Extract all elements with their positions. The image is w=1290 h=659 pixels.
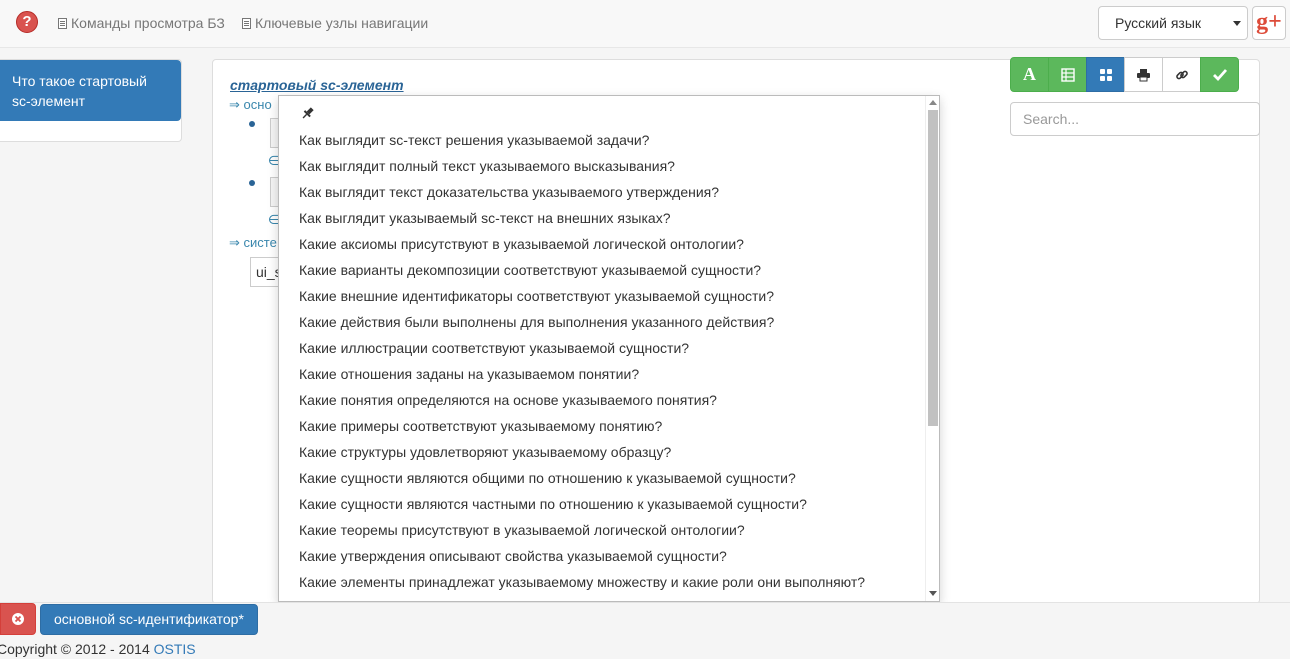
menu-item[interactable]: Как выглядит sc-текст решения указываемо… [279,127,925,153]
scrollbar-thumb[interactable] [928,110,938,426]
language-select-value: Русский язык [1115,15,1202,31]
document-list-icon [58,17,67,29]
menu-item[interactable]: Какие структуры удовлетворяют указываемо… [279,439,925,465]
confirm-button[interactable] [1200,57,1239,92]
menu-item[interactable]: Какие внешние идентификаторы соответству… [279,283,925,309]
google-plus-icon[interactable]: g+ [1252,6,1286,40]
page: ? Команды просмотра БЗ Ключевые узлы нав… [0,0,1290,659]
grid-icon [1099,68,1112,81]
question-circle-icon[interactable]: ? [16,11,38,33]
print-icon [1137,68,1150,81]
sc-element-title[interactable]: стартовый sc-элемент [230,77,404,93]
check-icon [1212,68,1227,81]
menu-item[interactable]: Какие элементы принадлежат указываемому … [279,569,925,595]
sidebar-item-active[interactable]: Что такое стартовый sc-элемент [0,60,181,121]
text-mode-button[interactable]: A [1010,57,1049,92]
history-item-button[interactable]: основной sc-идентификатор* [40,604,258,635]
footer: Copyright © 2012 - 2014 OSTIS [0,641,196,657]
search-input[interactable] [1010,102,1260,136]
menu-item[interactable]: Какие сущности являются частными по отно… [279,491,925,517]
language-select[interactable]: Русский язык [1098,6,1248,40]
sc-relation-label: систе [243,235,277,250]
menu-item[interactable]: Какие действия были выполнены для выполн… [279,309,925,335]
implication-arrow-icon: ⇒ [229,235,240,250]
dropdown-scrollbar[interactable] [925,96,939,601]
sc-relation-line-1[interactable]: ⇒ осно [229,97,272,113]
link-button[interactable] [1162,57,1201,92]
close-circle-icon [12,613,24,625]
pin-icon[interactable] [301,106,315,120]
question-list: Как выглядит sc-текст решения указываемо… [279,127,925,595]
menu-item[interactable]: Как выглядит указываемый sc-текст на вне… [279,205,925,231]
scroll-up-arrow-icon[interactable] [929,100,937,105]
menu-item[interactable]: Какие аксиомы присутствуют в указываемой… [279,231,925,257]
menu-item[interactable]: Какие варианты декомпозиции соответствую… [279,257,925,283]
nav-link-view-commands[interactable]: Команды просмотра БЗ [58,15,225,31]
bullet [249,180,255,186]
graph-mode-button[interactable] [1086,57,1125,92]
menu-item[interactable]: Какие сущности являются общими по отноше… [279,465,925,491]
sidebar: Что такое стартовый sc-элемент [0,59,182,142]
nav-link-label: Команды просмотра БЗ [71,15,225,31]
view-mode-toolbar: A [1010,57,1239,92]
footer-copyright: Copyright © 2012 - 2014 [0,641,154,657]
top-navbar: ? Команды просмотра БЗ Ключевые узлы нав… [0,0,1290,48]
nav-link-label: Ключевые узлы навигации [255,15,429,31]
document-list-icon [242,17,251,29]
nav-link-key-nodes[interactable]: Ключевые узлы навигации [242,15,428,31]
menu-item[interactable]: Какие иллюстрации соответствуют указывае… [279,335,925,361]
menu-item[interactable]: Как выглядит текст доказательства указыв… [279,179,925,205]
implication-arrow-icon: ⇒ [229,97,240,112]
sc-relation-label: осно [243,97,272,112]
menu-item[interactable]: Какие отношения заданы на указываемом по… [279,361,925,387]
sc-relation-line-2[interactable]: ⇒ систе [229,235,277,251]
letter-a-icon: A [1023,64,1036,84]
bullet [249,121,255,127]
scroll-down-arrow-icon[interactable] [929,591,937,596]
menu-item[interactable]: Какие теоремы присутствуют в указываемой… [279,517,925,543]
table-icon [1060,67,1075,82]
close-history-button[interactable] [0,603,36,635]
menu-item[interactable]: Какие утверждения описывают свойства ука… [279,543,925,569]
footer-ostis-link[interactable]: OSTIS [154,641,196,657]
caret-down-icon [1233,21,1241,26]
menu-item[interactable]: Какие примеры соответствуют указываемому… [279,413,925,439]
question-dropdown-menu: Как выглядит sc-текст решения указываемо… [278,95,940,602]
print-button[interactable] [1124,57,1163,92]
menu-item[interactable]: Как выглядит полный текст указываемого в… [279,153,925,179]
menu-item[interactable]: Какие понятия определяются на основе ука… [279,387,925,413]
link-icon [1175,70,1188,79]
table-mode-button[interactable] [1048,57,1087,92]
